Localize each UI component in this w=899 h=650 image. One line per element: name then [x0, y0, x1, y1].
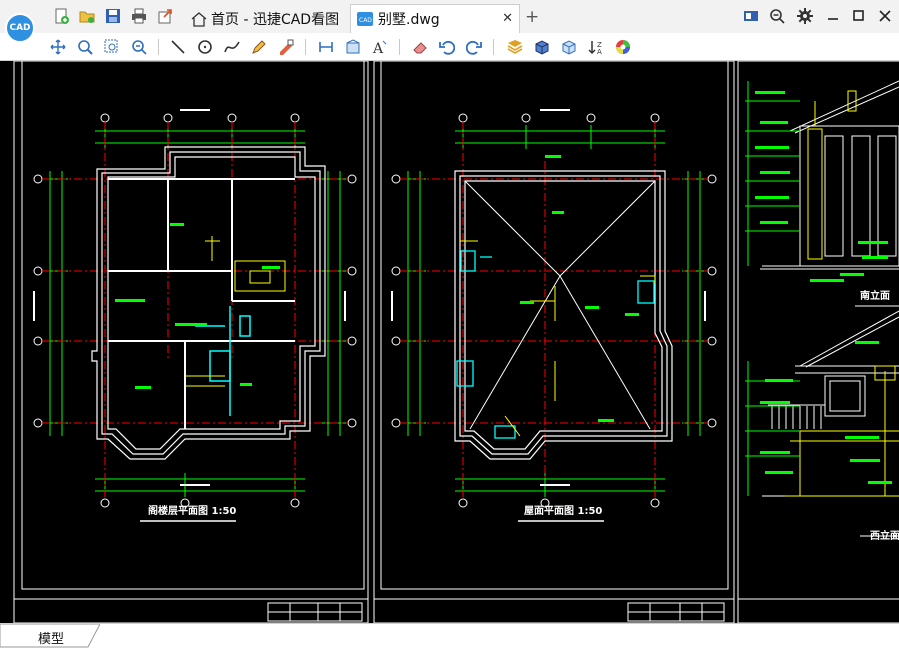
tab-home-label: 首页 - 迅捷CAD看图	[211, 11, 340, 28]
area-icon[interactable]	[343, 37, 363, 57]
tab-file[interactable]: CAD 别墅.dwg ✕	[350, 4, 520, 33]
title-bar: CAD 首页 - 迅捷CAD看图 CAD 别墅.dwg ✕ +	[0, 0, 899, 43]
drawing-canvas[interactable]: 阁楼层平面图 1:50 屋面平面图 1:50 南立面 西立面	[0, 61, 899, 623]
south-elevation: 南立面	[745, 80, 899, 307]
svg-text:CAD: CAD	[359, 17, 372, 24]
plan-title-attic: 阁楼层平面图 1:50	[148, 504, 236, 517]
export-icon[interactable]	[156, 7, 174, 25]
toolbar: A ZA	[0, 33, 899, 61]
undo-icon[interactable]	[437, 37, 457, 57]
west-elevation: 西立面	[745, 310, 899, 542]
close-icon[interactable]	[876, 7, 894, 25]
svg-text:A: A	[597, 48, 602, 55]
svg-text:A: A	[372, 41, 384, 55]
line-icon[interactable]	[168, 37, 188, 57]
save-icon[interactable]	[104, 7, 122, 25]
status-bar: 模型	[0, 623, 899, 650]
model-tab-label: 模型	[38, 632, 65, 647]
redo-icon[interactable]	[464, 37, 484, 57]
cad-file-icon: CAD	[357, 12, 373, 26]
roof-plan: 屋面平面图 1:50	[391, 109, 717, 522]
eraser-icon[interactable]	[410, 37, 430, 57]
zoom-icon[interactable]	[75, 37, 95, 57]
zoom-window-icon[interactable]	[102, 37, 122, 57]
circle-icon[interactable]	[195, 37, 215, 57]
close-tab-icon[interactable]: ✕	[502, 11, 513, 26]
gear-icon[interactable]	[796, 7, 814, 25]
print-icon[interactable]	[130, 7, 148, 25]
app-logo[interactable]: CAD	[5, 13, 35, 43]
measure-icon[interactable]	[316, 37, 336, 57]
tab-file-label: 别墅.dwg	[378, 12, 440, 28]
layers-icon[interactable]	[505, 37, 525, 57]
new-file-icon[interactable]	[52, 7, 70, 25]
new-tab-icon[interactable]: +	[525, 7, 539, 27]
minimize-icon[interactable]	[824, 7, 842, 25]
home-icon	[191, 11, 207, 27]
attic-floor-plan: 阁楼层平面图 1:50	[33, 109, 357, 522]
open-folder-icon[interactable]	[78, 7, 96, 25]
zoom-out-icon[interactable]	[768, 7, 786, 25]
sort-icon[interactable]: ZA	[586, 37, 606, 57]
pan-icon[interactable]	[48, 37, 68, 57]
tab-home[interactable]: 首页 - 迅捷CAD看图	[186, 4, 346, 33]
curve-icon[interactable]	[222, 37, 242, 57]
pencil-icon[interactable]	[249, 37, 269, 57]
plan-title-roof: 屋面平面图 1:50	[524, 505, 602, 517]
model-tab[interactable]: 模型	[0, 624, 100, 648]
maximize-icon[interactable]	[850, 7, 868, 25]
elevation-title-south: 南立面	[860, 289, 890, 302]
block-icon[interactable]	[532, 37, 552, 57]
elevation-title-west: 西立面	[870, 529, 899, 542]
text-icon[interactable]: A	[370, 37, 390, 57]
markup-icon[interactable]	[276, 37, 296, 57]
zoom-extents-icon[interactable]	[129, 37, 149, 57]
layout-icon[interactable]	[742, 7, 760, 25]
3d-view-icon[interactable]	[559, 37, 579, 57]
color-wheel-icon[interactable]	[613, 37, 633, 57]
